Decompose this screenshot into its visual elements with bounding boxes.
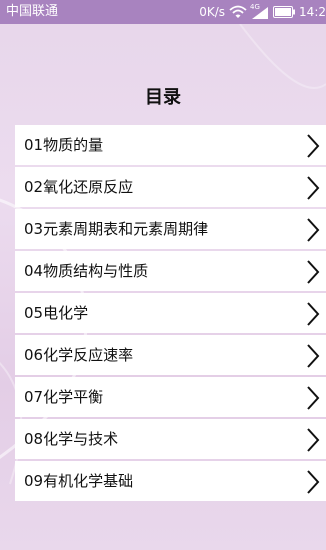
status-indicators: 0K/s 4G 14:2 xyxy=(199,0,326,24)
chapter-label: 02氧化还原反应 xyxy=(24,178,134,196)
chevron-right-icon xyxy=(307,386,320,410)
chevron-right-icon xyxy=(307,134,320,158)
chevron-right-icon xyxy=(307,260,320,284)
chapter-item-04[interactable]: 04物质结构与性质 xyxy=(15,251,326,291)
cellular-status: 4G xyxy=(249,3,269,20)
chapter-item-07[interactable]: 07化学平衡 xyxy=(15,377,326,417)
chapter-item-01[interactable]: 01物质的量 xyxy=(15,125,326,165)
chapter-item-08[interactable]: 08化学与技术 xyxy=(15,419,326,459)
network-speed: 0K/s xyxy=(199,5,226,19)
chapter-item-05[interactable]: 05电化学 xyxy=(15,293,326,333)
chapter-label: 01物质的量 xyxy=(24,136,104,154)
wifi-icon xyxy=(229,5,247,18)
chevron-right-icon xyxy=(307,302,320,326)
chevron-right-icon xyxy=(307,176,320,200)
chapter-list: 01物质的量 02氧化还原反应 03元素周期表和元素周期律 04物质结构与性质 … xyxy=(15,125,326,501)
chapter-label: 06化学反应速率 xyxy=(24,346,134,364)
chapter-item-03[interactable]: 03元素周期表和元素周期律 xyxy=(15,209,326,249)
chapter-item-06[interactable]: 06化学反应速率 xyxy=(15,335,326,375)
chevron-right-icon xyxy=(307,218,320,242)
chapter-label: 08化学与技术 xyxy=(24,430,119,448)
signal-strength-icon xyxy=(252,7,269,19)
carrier-name: 中国联通 xyxy=(6,4,59,19)
chevron-right-icon xyxy=(307,470,320,494)
chapter-label: 05电化学 xyxy=(24,304,89,322)
chapter-label: 04物质结构与性质 xyxy=(24,262,149,280)
chevron-right-icon xyxy=(307,428,320,452)
status-bar: 中国联通 0K/s 4G 14:2 xyxy=(0,0,326,24)
chapter-item-09[interactable]: 09有机化学基础 xyxy=(15,461,326,501)
chapter-label: 03元素周期表和元素周期律 xyxy=(24,220,209,238)
battery-icon xyxy=(273,6,296,18)
page-title: 目录 xyxy=(145,87,181,108)
chevron-right-icon xyxy=(307,344,320,368)
chapter-label: 09有机化学基础 xyxy=(24,472,134,490)
chapter-label: 07化学平衡 xyxy=(24,388,104,406)
clock: 14:2 xyxy=(299,5,326,19)
chapter-item-02[interactable]: 02氧化还原反应 xyxy=(15,167,326,207)
